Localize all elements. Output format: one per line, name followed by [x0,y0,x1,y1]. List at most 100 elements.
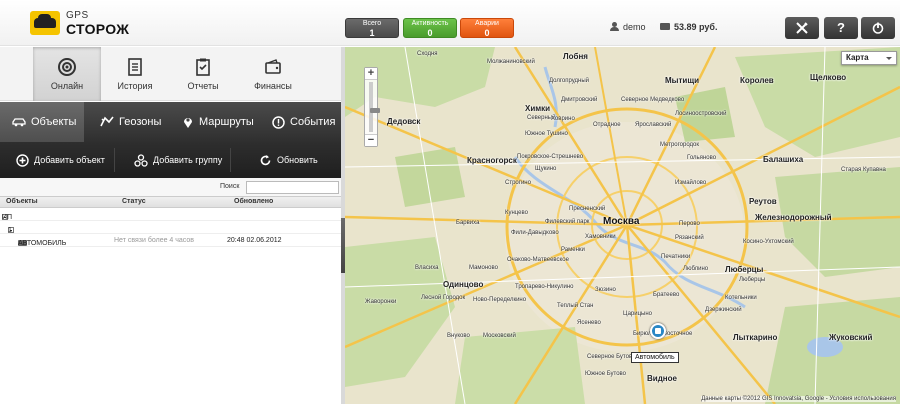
car-icon [12,118,26,127]
add-object-label: Добавить объект [34,155,105,165]
table-row[interactable]: 1 [0,221,341,234]
map-label: Московский [483,333,516,339]
object-name: АВТОМОБИЛЬ [18,240,67,247]
map-label: Жаворонки [365,299,397,305]
account-balance: 53.89 руб. [660,22,717,32]
action-bar: Добавить объект Добавить группу Обновить [0,142,341,178]
map-label: Очаково-Матвеевское [507,257,569,263]
map-label: Котельники [725,295,757,301]
map-city-label: Москва [603,216,640,227]
logo[interactable]: GPS СТОРОЖ [30,10,129,37]
tab-geozones[interactable]: Геозоны [94,102,170,142]
map-label: Отрадное [593,122,621,128]
map-label: Печатники [661,254,691,260]
map-label: Фили-Давыдково [511,230,559,236]
logout-button[interactable] [861,17,895,39]
column-status[interactable]: Статус [122,198,146,205]
object-status: Нет связи более 4 часов [114,237,194,244]
map-label: Ярославский [635,122,672,128]
zoom-out-button[interactable]: − [365,134,377,146]
map-label: Железнодорожный [755,213,832,222]
nav-online[interactable]: Онлайн [33,47,101,101]
map-label: Кунцево [505,210,528,216]
map-label: Ясенево [577,320,601,326]
add-group-button[interactable]: Добавить группу [134,142,222,178]
add-object-button[interactable]: Добавить объект [16,142,105,178]
search-label: Поиск [220,183,240,190]
help-button[interactable]: ? [824,17,858,39]
counter-alarms[interactable]: Аварии 0 [460,18,514,38]
zoom-in-button[interactable]: + [365,68,377,80]
geozone-icon [100,116,114,127]
route-pin-icon [184,118,192,129]
settings-button[interactable] [785,17,819,39]
map-label: Химки [525,104,551,113]
table-row[interactable]: ИП [0,208,341,221]
vehicle-marker-label[interactable]: Автомобиль [631,352,679,363]
app-header: GPS СТОРОЖ Всего 1 Активность 0 Аварии 0… [0,0,900,46]
tab-routes-label: Маршруты [199,116,254,128]
table-row[interactable]: АВТОМОБИЛЬ Нет связи более 4 часов 20:48… [0,234,341,247]
map-label: Реутов [749,197,777,206]
map-label: Старая Купавна [841,167,886,173]
map-label: Мытищи [665,76,699,85]
refresh-button[interactable]: Обновить [259,142,318,178]
map-label: Барвиха [456,220,480,226]
map-label: Ховрино [551,116,575,122]
vehicle-marker-icon[interactable] [650,323,666,339]
counter-active[interactable]: Активность 0 [403,18,457,38]
zoom-control[interactable]: + − [364,67,380,147]
counter-active-label: Активность [411,20,449,27]
nav-finance-label: Финансы [254,81,292,91]
user-account[interactable]: demo [610,22,646,32]
user-icon [610,22,619,31]
map-label: Измайлово [675,180,707,186]
group-name: 1 [8,227,12,234]
wallet-icon [660,23,670,30]
counter-total[interactable]: Всего 1 [345,18,399,38]
tab-events-label: События [290,116,336,128]
nav-history[interactable]: История [101,47,169,101]
logo-top-text: GPS [66,10,89,21]
map-label: Люблино [683,266,709,272]
map-label: Гольяново [687,155,717,161]
map-copyright[interactable]: Данные карты ©2012 GIS Innovatsia, Googl… [701,396,896,402]
objects-table-header: Объекты Статус Обновлено [0,196,341,208]
map-label: Южное Бутово [585,371,627,377]
map-type-select[interactable]: Карта [841,51,897,65]
tab-objects[interactable]: Объекты [0,102,84,142]
wallet-icon [265,59,281,74]
group-icon [134,154,148,167]
nav-finance[interactable]: Финансы [239,47,307,101]
zoom-slider-handle[interactable] [370,108,380,113]
map-label: Раменки [561,247,585,253]
tab-objects-label: Объекты [31,116,77,128]
column-updated[interactable]: Обновлено [234,198,273,205]
search-row: Поиск [0,178,341,196]
refresh-icon [260,155,271,166]
tab-events[interactable]: События [266,102,341,142]
counter-active-value: 0 [427,28,433,38]
map-label: Северное Бутово [587,354,636,360]
counter-total-value: 1 [369,28,375,38]
column-objects[interactable]: Объекты [6,198,38,205]
map-label: Ново-Переделкино [473,297,527,303]
tab-routes[interactable]: Маршруты [176,102,262,142]
map-label: Молжаниновский [487,59,535,65]
search-input[interactable] [246,181,339,194]
nav-reports[interactable]: Отчеты [169,47,237,101]
map-label: Братеево [653,292,680,298]
map-view[interactable]: Карта + − Сходня Молжаниновский Долгопру… [345,47,900,404]
map-label: Теплый Стан [557,303,594,309]
group-name: ИП [2,214,13,221]
map-label: Строгино [505,180,531,186]
map-label: Пресненский [569,206,606,212]
zoom-slider[interactable] [369,82,380,132]
action-divider [230,148,231,172]
map-label: Хамовники [585,234,616,240]
tools-icon [796,22,808,34]
map-label: Царицыно [623,311,652,317]
map-label: Королев [740,76,774,85]
map-label: Дмитровский [561,97,598,103]
username: demo [623,22,646,32]
